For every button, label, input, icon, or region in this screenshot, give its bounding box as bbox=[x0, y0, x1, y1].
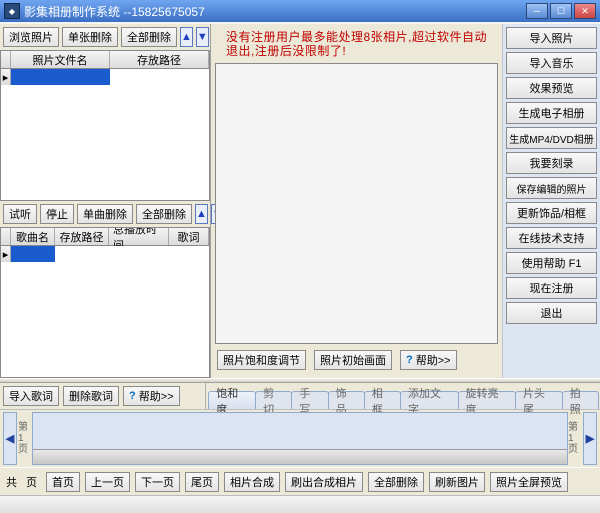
close-button[interactable]: ✕ bbox=[574, 3, 596, 19]
saturation-button[interactable]: 照片饱和度调节 bbox=[217, 350, 306, 370]
tab-handwrite[interactable]: 手写 bbox=[291, 391, 328, 409]
tab-headtail[interactable]: 片头尾 bbox=[515, 391, 563, 409]
page-unit-label: 页 bbox=[26, 474, 37, 490]
prev-page-button[interactable]: 上一页 bbox=[85, 472, 130, 492]
thumbnail-strip-area: ◀ 第1页 第1页 ▶ bbox=[0, 409, 600, 467]
photo-table[interactable]: 照片文件名 存放路径 ▸ bbox=[0, 50, 210, 201]
right-panel: 导入照片 导入音乐 效果预览 生成电子相册 生成MP4/DVD相册 我要刻录 保… bbox=[502, 24, 600, 378]
app-icon: ◆ bbox=[4, 3, 20, 19]
middle-panel: 没有注册用户最多能处理8张相片,超过软件自动退出,注册后没限制了! 照片饱和度调… bbox=[211, 24, 502, 378]
generate-mp4-button[interactable]: 生成MP4/DVD相册 bbox=[506, 127, 597, 149]
song-col-name[interactable]: 歌曲名 bbox=[11, 228, 55, 245]
scrollbar-thumb[interactable] bbox=[34, 451, 64, 463]
update-assets-button[interactable]: 更新饰品/相框 bbox=[506, 202, 597, 224]
minimize-button[interactable]: ─ bbox=[526, 3, 548, 19]
import-lyric-button[interactable]: 导入歌词 bbox=[3, 386, 59, 406]
song-col-lyric[interactable]: 歌词 bbox=[169, 228, 209, 245]
tab-crop[interactable]: 剪切 bbox=[255, 391, 292, 409]
refresh-images-button[interactable]: 刷新图片 bbox=[429, 472, 485, 492]
photo-toolbar: 浏览照片 单张删除 全部删除 ▲ ▼ bbox=[0, 24, 210, 50]
photo-col-path[interactable]: 存放路径 bbox=[110, 51, 209, 68]
bottom-nav: 共 页 首页 上一页 下一页 尾页 相片合成 刷出合成相片 全部删除 刷新图片 … bbox=[0, 467, 600, 495]
delete-single-song-button[interactable]: 单曲删除 bbox=[77, 204, 133, 224]
lyric-toolbar: 导入歌词 删除歌词 ?帮助>> bbox=[0, 383, 206, 409]
delete-all-bottom-button[interactable]: 全部删除 bbox=[368, 472, 424, 492]
delete-all-photo-button[interactable]: 全部删除 bbox=[121, 27, 177, 47]
song-col-path[interactable]: 存放路径 bbox=[55, 228, 109, 245]
delete-single-photo-button[interactable]: 单张删除 bbox=[62, 27, 118, 47]
tab-saturation[interactable]: 饱和度 bbox=[208, 391, 256, 409]
preview-area bbox=[215, 63, 498, 344]
page-label-left: 第1页 bbox=[18, 412, 32, 465]
next-page-button[interactable]: 下一页 bbox=[135, 472, 180, 492]
status-bar bbox=[0, 495, 600, 513]
online-support-button[interactable]: 在线技术支持 bbox=[506, 227, 597, 249]
register-now-button[interactable]: 现在注册 bbox=[506, 277, 597, 299]
import-music-button[interactable]: 导入音乐 bbox=[506, 52, 597, 74]
song-table[interactable]: 歌曲名 存放路径 总播放时间 歌词 ▸ bbox=[0, 227, 210, 378]
strip-next-icon[interactable]: ▶ bbox=[583, 412, 597, 465]
preview-song-button[interactable]: 试听 bbox=[3, 204, 37, 224]
tab-capture[interactable]: 拍照 bbox=[562, 391, 599, 409]
save-edited-button[interactable]: 保存编辑的照片 bbox=[506, 177, 597, 199]
effect-preview-button[interactable]: 效果预览 bbox=[506, 77, 597, 99]
photo-up-icon[interactable]: ▲ bbox=[180, 27, 193, 47]
tab-rotate[interactable]: 旋转亮度 bbox=[458, 391, 516, 409]
left-panel: 浏览照片 单张删除 全部删除 ▲ ▼ 照片文件名 存放路径 ▸ 试听 bbox=[0, 24, 211, 378]
lyric-help-button[interactable]: ?帮助>> bbox=[123, 386, 180, 406]
last-page-button[interactable]: 尾页 bbox=[185, 472, 219, 492]
song-col-duration[interactable]: 总播放时间 bbox=[109, 228, 169, 245]
photo-col-filename[interactable]: 照片文件名 bbox=[11, 51, 110, 68]
photo-down-icon[interactable]: ▼ bbox=[196, 27, 209, 47]
use-help-button[interactable]: 使用帮助 F1 bbox=[506, 252, 597, 274]
song-toolbar: 试听 停止 单曲删除 全部删除 ▲ ▼ bbox=[0, 201, 210, 227]
maximize-button[interactable]: ☐ bbox=[550, 3, 572, 19]
flush-compose-button[interactable]: 刷出合成相片 bbox=[285, 472, 363, 492]
fullscreen-preview-button[interactable]: 照片全屏预览 bbox=[490, 472, 568, 492]
burn-button[interactable]: 我要刻录 bbox=[506, 152, 597, 174]
help-icon: ? bbox=[129, 390, 136, 402]
tab-addtext[interactable]: 添加文字 bbox=[400, 391, 458, 409]
tab-ornament[interactable]: 饰品 bbox=[328, 391, 365, 409]
window-title: 影集相册制作系统 --15825675057 bbox=[24, 3, 526, 20]
delete-all-song-button[interactable]: 全部删除 bbox=[136, 204, 192, 224]
strip-prev-icon[interactable]: ◀ bbox=[3, 412, 17, 465]
stop-song-button[interactable]: 停止 bbox=[40, 204, 74, 224]
total-label: 共 bbox=[6, 474, 17, 490]
help-icon: ? bbox=[406, 354, 413, 366]
first-page-button[interactable]: 首页 bbox=[46, 472, 80, 492]
register-notice: 没有注册用户最多能处理8张相片,超过软件自动退出,注册后没限制了! bbox=[220, 26, 500, 63]
initial-frame-button[interactable]: 照片初始画面 bbox=[314, 350, 392, 370]
delete-lyric-button[interactable]: 删除歌词 bbox=[63, 386, 119, 406]
editor-tabs: 饱和度 剪切 手写 饰品 相框 添加文字 旋转亮度 片头尾 拍照 bbox=[206, 383, 600, 409]
import-photo-button[interactable]: 导入照片 bbox=[506, 27, 597, 49]
tab-frame[interactable]: 相框 bbox=[364, 391, 401, 409]
exit-button[interactable]: 退出 bbox=[506, 302, 597, 324]
page-label-right: 第1页 bbox=[568, 412, 582, 465]
generate-album-button[interactable]: 生成电子相册 bbox=[506, 102, 597, 124]
browse-photo-button[interactable]: 浏览照片 bbox=[3, 27, 59, 47]
compose-button[interactable]: 相片合成 bbox=[224, 472, 280, 492]
thumbnail-strip[interactable] bbox=[32, 412, 568, 465]
song-up-icon[interactable]: ▲ bbox=[195, 204, 208, 224]
help-button[interactable]: ?帮助>> bbox=[400, 350, 457, 370]
title-bar: ◆ 影集相册制作系统 --15825675057 ─ ☐ ✕ bbox=[0, 0, 600, 22]
